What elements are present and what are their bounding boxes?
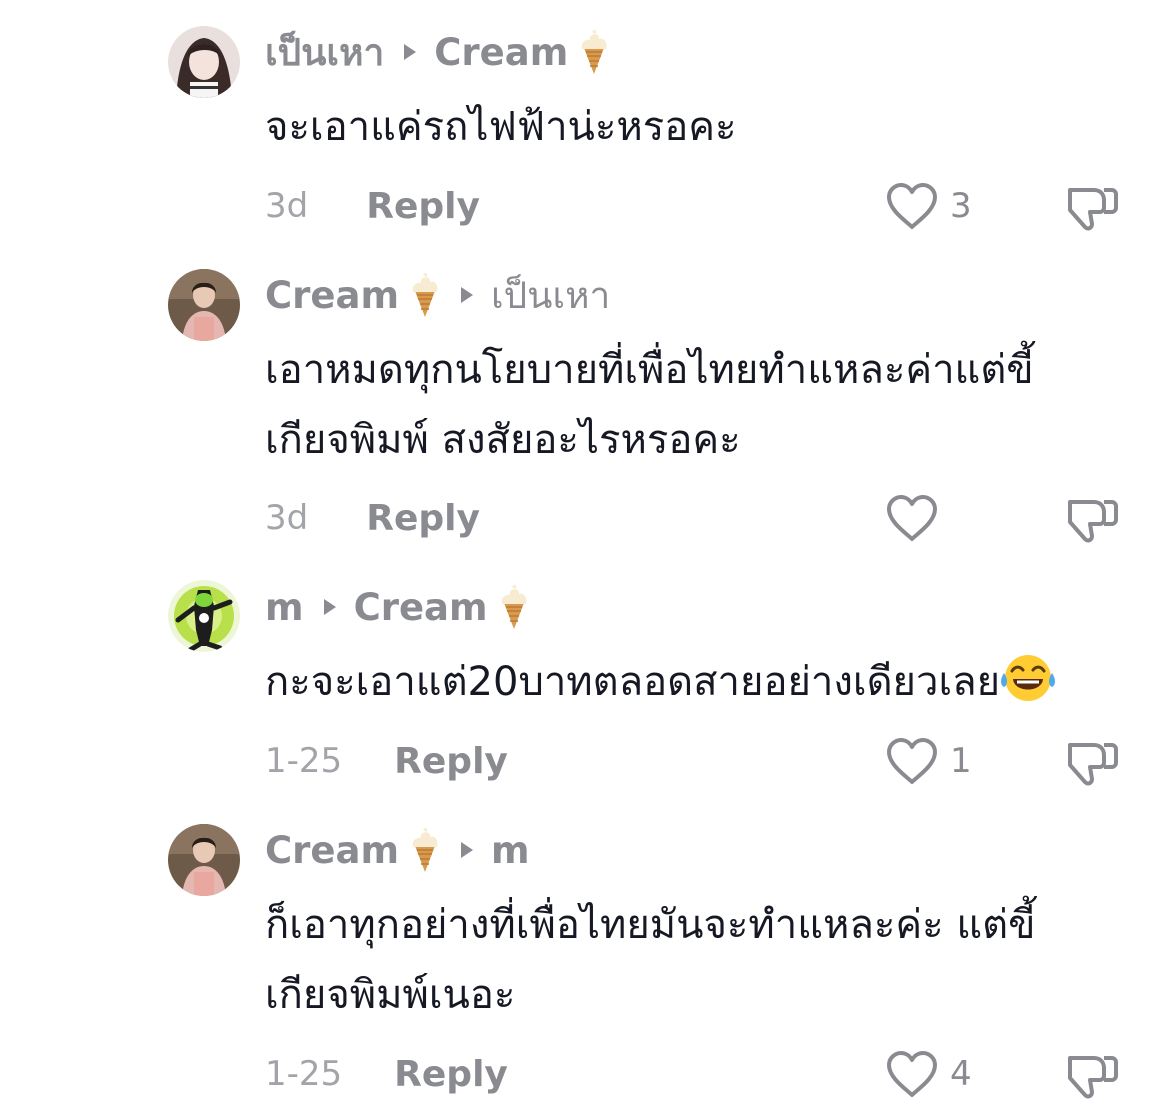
like-count: 1 [950,741,972,781]
ice-cream-cone-icon [409,826,441,874]
reply-button[interactable]: Reply [394,741,508,782]
comment-time: 3d [265,498,309,538]
ice-cream-cone-icon [409,271,441,319]
heart-outline-icon [887,495,937,541]
thumbs-down-outline-icon [1068,743,1118,786]
comment-text: จะเอาแค่รถไฟฟ้าน่ะหรอคะ [265,104,737,150]
comment-time: 1-25 [265,1054,343,1094]
author-name[interactable]: Cream [265,829,399,872]
comment-text: กะจะเอาแต่20บาทตลอดสายอย่างเดียวเลย [265,647,1145,717]
comment-text-body: กะจะเอาแต่20บาทตลอดสายอย่างเดียวเลย [265,659,1001,705]
dislike-button[interactable] [1064,180,1120,236]
dislike-button[interactable] [1064,1048,1120,1104]
comment-text: ก็เอาทุกอย่างที่เพื่อไทยมันจะทำแหละค่ะ แ… [265,902,1036,1018]
author-name[interactable]: Cream [265,274,399,317]
reply-arrow-icon [461,287,474,303]
avatar[interactable] [168,26,240,98]
author-name[interactable]: เป็นเหา [265,23,384,82]
face-with-tears-of-joy-icon [1000,653,1056,703]
dislike-button[interactable] [1064,735,1120,791]
like-count: 3 [950,186,972,226]
reply-button[interactable]: Reply [366,186,480,227]
heart-outline-icon [887,1051,937,1097]
thumbs-down-outline-icon [1068,500,1118,543]
heart-outline-icon [887,183,937,229]
like-count: 4 [950,1054,972,1094]
comment-text: เอาหมดทุกนโยบายที่เพื่อไทยทำแหละค่าแต่ขี… [265,347,1034,463]
avatar-photo-icon [168,26,240,98]
author-name[interactable]: m [265,586,304,629]
comment-meta: 3d Reply [265,493,480,543]
avatar[interactable] [168,824,240,896]
reply-to-name[interactable]: m [491,829,530,872]
ice-cream-cone-icon [498,583,530,631]
avatar[interactable] [168,580,240,652]
reply-arrow-icon [323,599,336,615]
reply-button[interactable]: Reply [366,498,480,539]
like-button[interactable]: 3 [884,178,972,234]
comment-meta: 1-25 Reply [265,1049,508,1099]
like-button[interactable] [884,490,950,546]
reply-arrow-icon [404,44,417,60]
comment-meta: 1-25 Reply [265,736,508,786]
comment-header: m Cream [265,583,530,631]
comment-header: Cream m [265,826,530,874]
reply-to-name[interactable]: Cream [434,31,568,74]
avatar-photo-icon [168,824,240,896]
thumbs-down-outline-icon [1068,1056,1118,1099]
comment-time: 1-25 [265,741,343,781]
avatar-photo-icon [168,269,240,341]
reply-button[interactable]: Reply [394,1054,508,1095]
comment-time: 3d [265,186,309,226]
ice-cream-cone-icon [578,28,610,76]
comment-header: Cream เป็นเหา [265,271,610,319]
reply-to-name[interactable]: Cream [354,586,488,629]
thumbs-down-outline-icon [1068,188,1118,231]
reply-to-name[interactable]: เป็นเหา [491,266,610,325]
dislike-button[interactable] [1064,492,1120,548]
like-button[interactable]: 4 [884,1046,972,1102]
heart-outline-icon [887,738,937,784]
avatar[interactable] [168,269,240,341]
like-button[interactable]: 1 [884,733,972,789]
comment-meta: 3d Reply [265,181,480,231]
comment-header: เป็นเหา Cream [265,28,610,76]
avatar-character-icon [168,580,240,652]
reply-arrow-icon [461,842,474,858]
